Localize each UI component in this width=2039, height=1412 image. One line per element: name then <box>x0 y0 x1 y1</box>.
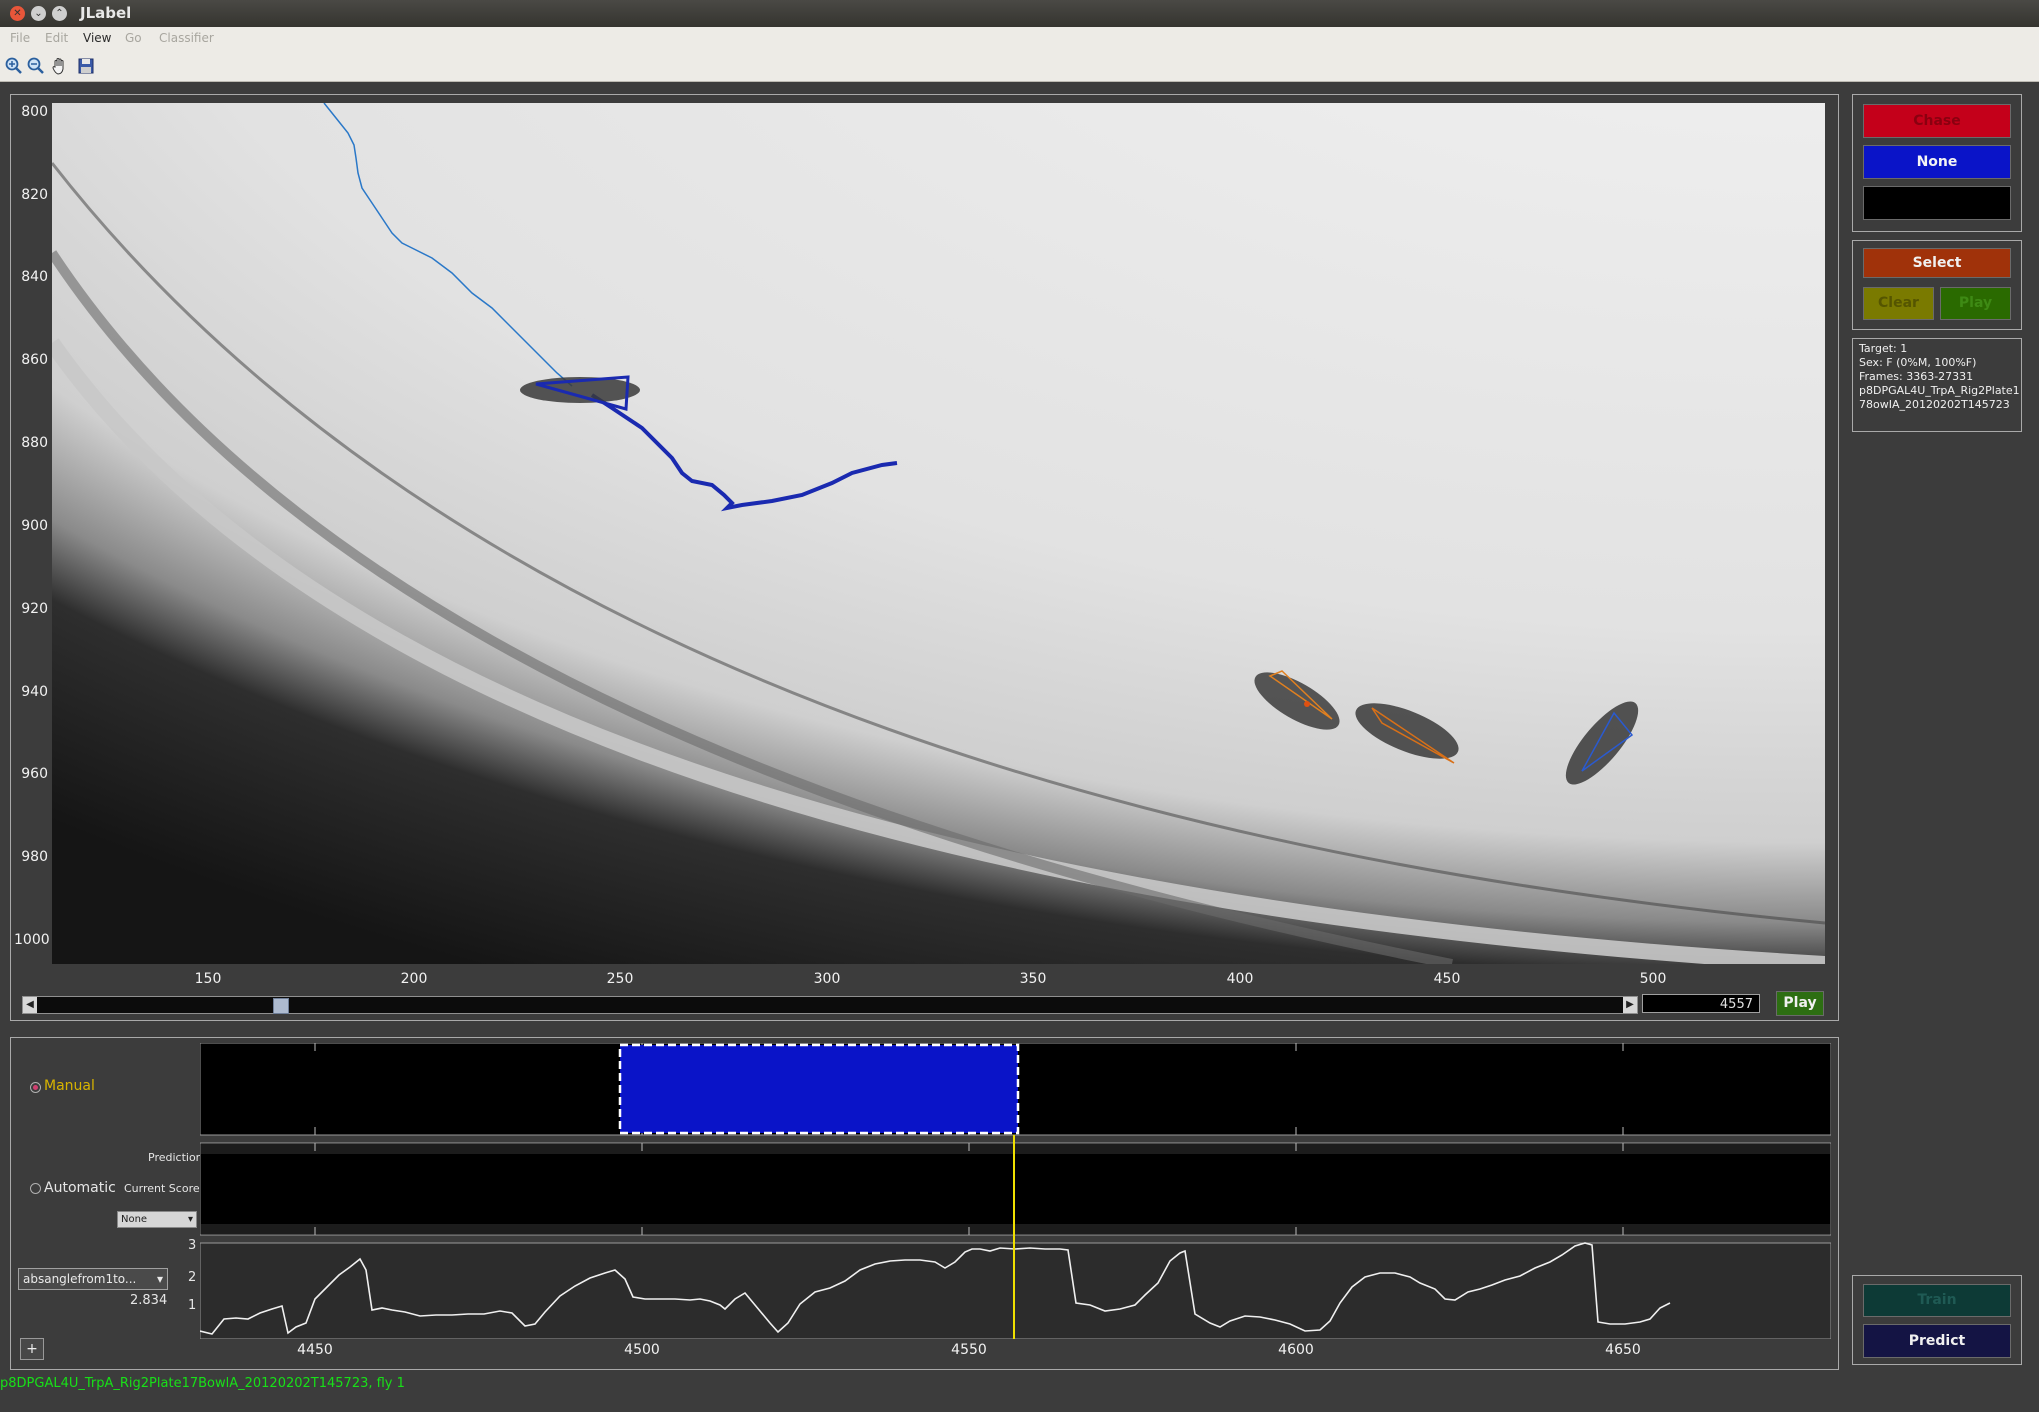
chevron-down-icon: ▾ <box>156 1272 163 1286</box>
predict-button[interactable]: Predict <box>1863 1324 2011 1358</box>
y-tick-label: 1000 <box>14 932 50 948</box>
y-tick-label: 940 <box>21 684 48 700</box>
feature-select[interactable]: absanglefrom1to... ▾ <box>18 1268 168 1290</box>
manual-radio[interactable] <box>30 1082 41 1093</box>
y-tick-label: 860 <box>21 352 48 368</box>
scores-y-tick: 1 <box>188 1298 197 1313</box>
zoom-in-icon[interactable] <box>4 56 24 76</box>
y-tick-label: 800 <box>21 104 48 120</box>
menu-go[interactable]: Go <box>125 31 142 45</box>
y-tick-label: 820 <box>21 187 48 203</box>
timeline-x-tick: 4500 <box>624 1342 660 1358</box>
frame-slider[interactable]: ◀ ▶ <box>22 996 1638 1014</box>
timeline-x-tick: 4550 <box>951 1342 987 1358</box>
play-video-button[interactable]: Play <box>1776 991 1824 1016</box>
frame-number-field[interactable]: 4557 <box>1642 994 1760 1013</box>
manual-label: Manual <box>44 1078 95 1094</box>
none-button[interactable]: None <box>1863 145 2011 179</box>
scores-y-tick: 3 <box>188 1238 197 1253</box>
y-tick-label: 880 <box>21 435 48 451</box>
menu-view[interactable]: View <box>83 31 111 45</box>
x-tick-label: 500 <box>1639 971 1667 987</box>
save-icon[interactable] <box>76 56 96 76</box>
scores-select[interactable]: None ▾ <box>117 1211 197 1228</box>
menu-edit[interactable]: Edit <box>45 31 68 45</box>
manual-label-bout <box>618 1043 1020 1135</box>
info-target: Target: 1 <box>1859 342 1908 355</box>
clear-button[interactable]: Clear <box>1863 287 1934 320</box>
automatic-label: Automatic <box>44 1180 116 1196</box>
info-text: Target: 1 Sex: F (0%M, 100%F) Frames: 33… <box>1859 342 2020 412</box>
unknown-label-button[interactable] <box>1863 186 2011 220</box>
window-title: JLabel <box>80 4 132 22</box>
scores-select-value: None <box>121 1214 148 1225</box>
maximize-icon[interactable]: ⌃ <box>52 6 67 21</box>
play-selection-button[interactable]: Play <box>1940 287 2011 320</box>
chevron-down-icon: ▾ <box>187 1214 193 1225</box>
slider-right-arrow-icon[interactable]: ▶ <box>1623 997 1637 1013</box>
toolbar <box>0 51 2039 82</box>
y-tick-label: 920 <box>21 601 48 617</box>
automatic-radio[interactable] <box>30 1183 41 1194</box>
menu-file[interactable]: File <box>10 31 30 45</box>
scores-y-tick: 2 <box>188 1270 197 1285</box>
pan-hand-icon[interactable] <box>50 56 70 76</box>
x-tick-label: 300 <box>813 971 841 987</box>
y-tick-label: 900 <box>21 518 48 534</box>
info-sex: Sex: F (0%M, 100%F) <box>1859 356 1977 369</box>
x-tick-label: 350 <box>1019 971 1047 987</box>
add-feature-button[interactable]: + <box>20 1338 44 1360</box>
feature-select-value: absanglefrom1to... <box>23 1272 137 1286</box>
info-experiment-line-1: p8DPGAL4U_TrpA_Rig2Plate1 <box>1859 384 2020 397</box>
status-text: p8DPGAL4U_TrpA_Rig2Plate17BowlA_20120202… <box>0 1376 405 1391</box>
menu-classifier[interactable]: Classifier <box>159 31 214 45</box>
current-scores-label: Current Scores <box>124 1182 206 1195</box>
timeline-plots[interactable] <box>200 1043 1831 1339</box>
info-frames: Frames: 3363-27331 <box>1859 370 1974 383</box>
menu-bar: File Edit View Go Classifier <box>0 27 2039 51</box>
close-icon[interactable]: ✕ <box>10 6 25 21</box>
x-tick-label: 450 <box>1433 971 1461 987</box>
x-tick-label: 400 <box>1226 971 1254 987</box>
y-tick-label: 980 <box>21 849 48 865</box>
timeline-x-tick: 4600 <box>1278 1342 1314 1358</box>
y-tick-label: 960 <box>21 766 48 782</box>
slider-left-arrow-icon[interactable]: ◀ <box>23 997 37 1013</box>
slider-thumb[interactable] <box>272 998 289 1014</box>
prediction-label: Prediction <box>148 1151 203 1164</box>
y-tick-label: 840 <box>21 269 48 285</box>
feature-value: 2.834 <box>130 1293 168 1308</box>
timeline-x-tick: 4450 <box>297 1342 333 1358</box>
video-frame[interactable] <box>52 103 1825 964</box>
zoom-out-icon[interactable] <box>26 56 46 76</box>
timeline-x-tick: 4650 <box>1605 1342 1641 1358</box>
title-bar: ✕ ⌄ ⌃ JLabel <box>0 0 2039 27</box>
chase-button[interactable]: Chase <box>1863 104 2011 138</box>
train-button[interactable]: Train <box>1863 1284 2011 1317</box>
x-tick-label: 200 <box>400 971 428 987</box>
x-tick-label: 250 <box>606 971 634 987</box>
x-tick-label: 150 <box>194 971 222 987</box>
info-experiment-line-2: 78owIA_20120202T145723 <box>1859 398 2010 411</box>
select-button[interactable]: Select <box>1863 248 2011 278</box>
minimize-icon[interactable]: ⌄ <box>31 6 46 21</box>
